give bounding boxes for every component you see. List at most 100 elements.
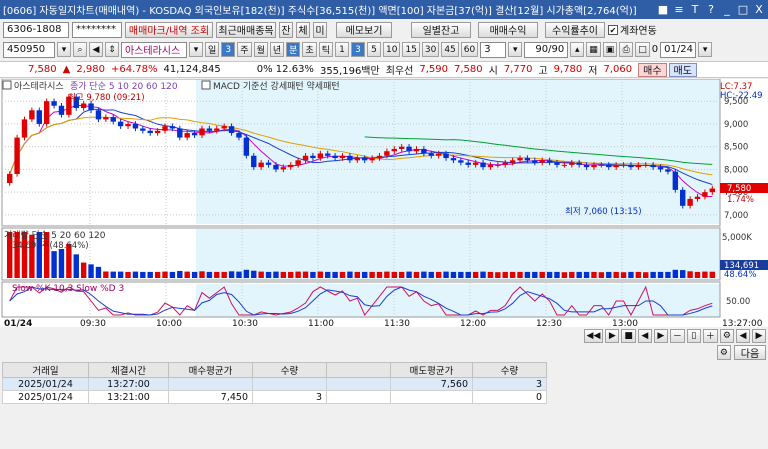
- volume-bar: [509, 271, 516, 278]
- stock-name-field[interactable]: 아스테라시스: [121, 41, 187, 58]
- scroll-right-icon[interactable]: ▶: [752, 328, 766, 343]
- period-count[interactable]: 3: [221, 42, 236, 57]
- candle: [125, 123, 131, 127]
- candle: [339, 155, 346, 159]
- intraday-chart[interactable]: 9,5009,0008,5008,0007,5007,000 09:30 10:0…: [0, 79, 768, 327]
- profit-trend-button[interactable]: 수익률추이: [545, 21, 605, 38]
- cell-buy-qty: 3: [252, 390, 327, 404]
- date-input[interactable]: 01/24: [660, 41, 697, 58]
- zero-checkbox[interactable]: □: [635, 42, 650, 57]
- dropdown-icon[interactable]: ▾: [57, 42, 71, 57]
- window-minimize-icon[interactable]: _: [720, 1, 734, 17]
- account-link-checkbox[interactable]: ✔ 계좌연동: [608, 22, 657, 37]
- checkbox-checked-icon[interactable]: ✔: [608, 24, 618, 35]
- interval-count-input[interactable]: 3: [480, 41, 507, 58]
- play-icon[interactable]: ▶: [605, 328, 620, 343]
- interval-1[interactable]: 1: [334, 42, 349, 57]
- period-month[interactable]: 월: [253, 42, 268, 57]
- interval-45[interactable]: 45: [441, 42, 459, 57]
- volume-bar: [162, 271, 168, 278]
- period-tick[interactable]: 틱: [318, 42, 333, 57]
- gear-icon[interactable]: ⚙: [719, 328, 734, 343]
- candle: [347, 155, 353, 161]
- memo-button[interactable]: 메모보기: [336, 21, 392, 38]
- window-font-icon[interactable]: T: [688, 1, 702, 17]
- interval-60[interactable]: 60: [460, 42, 479, 57]
- candle: [576, 162, 582, 165]
- window-list-icon[interactable]: ≡: [672, 1, 686, 17]
- volume-bar: [177, 271, 183, 278]
- candle: [495, 164, 501, 166]
- interval-30[interactable]: 30: [421, 42, 440, 57]
- trade-mark-button[interactable]: 매매마크/내역 조회: [125, 21, 213, 38]
- search-icon[interactable]: ⌕: [73, 42, 87, 57]
- stop-icon[interactable]: ■: [621, 328, 636, 343]
- candle: [465, 162, 471, 165]
- period-day[interactable]: 일: [205, 42, 220, 57]
- scroll-up-icon[interactable]: ▴: [570, 42, 585, 57]
- password-input[interactable]: ********: [72, 21, 122, 38]
- window-help-icon[interactable]: ?: [704, 1, 718, 17]
- arrow-updown-icon[interactable]: ⇕: [105, 42, 119, 57]
- account-input[interactable]: 6306-1808: [3, 21, 69, 38]
- candle: [561, 164, 568, 166]
- volume-bar: [154, 271, 161, 278]
- candle: [709, 188, 715, 193]
- step-back-icon[interactable]: ◀: [637, 328, 652, 343]
- volume-bar: [480, 271, 486, 278]
- period-year[interactable]: 년: [269, 42, 285, 57]
- grid-icon[interactable]: ▦: [586, 42, 601, 57]
- execution-button[interactable]: 체: [296, 21, 310, 38]
- candle: [598, 164, 605, 166]
- table-row[interactable]: 2025/01/24 13:27:00 7,560 3: [2, 377, 547, 391]
- recent-trades-button[interactable]: 최근매매종목: [216, 21, 276, 38]
- window-close-icon[interactable]: X: [752, 1, 766, 17]
- count-dropdown-icon[interactable]: ▾: [508, 42, 523, 57]
- col-sell-qty: 수량: [472, 362, 547, 378]
- window-menu-icon[interactable]: ■: [656, 1, 670, 17]
- table-row[interactable]: 2025/01/24 13:21:00 7,450 3 0: [2, 390, 547, 404]
- volume-bar: [214, 271, 220, 278]
- interval-5[interactable]: 5: [366, 42, 381, 57]
- zoom-out-icon[interactable]: －: [669, 328, 685, 343]
- volume-bar: [369, 271, 375, 278]
- volume-bar: [524, 271, 531, 278]
- volume-bar: [680, 270, 686, 278]
- step-forward-icon[interactable]: ▶: [653, 328, 668, 343]
- current-price-label: 7,580: [727, 184, 751, 194]
- interval-10[interactable]: 10: [382, 42, 401, 57]
- next-button[interactable]: 다음: [734, 345, 766, 360]
- stock-code-input[interactable]: 450950: [3, 41, 55, 58]
- balance-button[interactable]: 잔: [279, 21, 293, 38]
- calendar-icon[interactable]: ▾: [698, 42, 713, 57]
- candle: [687, 198, 693, 206]
- period-second[interactable]: 초: [302, 42, 317, 57]
- range-input[interactable]: 90/90: [524, 41, 569, 58]
- candle: [117, 121, 124, 127]
- unfilled-button[interactable]: 미: [313, 21, 327, 38]
- interval-15[interactable]: 15: [402, 42, 420, 57]
- print-icon[interactable]: ⎙: [619, 42, 634, 57]
- zoom-in-icon[interactable]: ＋: [702, 328, 718, 343]
- window-maximize-icon[interactable]: □: [736, 1, 750, 17]
- zoom-reset-icon[interactable]: ▯: [686, 328, 701, 343]
- zero-label: 0: [651, 44, 659, 55]
- rewind-icon[interactable]: ◀◀: [583, 328, 604, 343]
- buy-button[interactable]: 매수: [638, 62, 667, 77]
- period-minute[interactable]: 분: [286, 42, 301, 57]
- y-tick-label: 9,000: [724, 120, 748, 130]
- sell-button[interactable]: 매도: [668, 62, 697, 77]
- candle: [317, 153, 324, 159]
- scroll-left-icon[interactable]: ◀: [736, 328, 750, 343]
- interval-3[interactable]: 3: [350, 42, 365, 57]
- settings-gear-icon[interactable]: ⚙: [716, 345, 731, 360]
- speaker-icon[interactable]: ◀: [89, 42, 103, 57]
- daily-balance-button[interactable]: 일별잔고: [411, 21, 471, 38]
- candle: [354, 158, 360, 161]
- volume-bar: [391, 271, 397, 278]
- trade-profit-button[interactable]: 매매수익: [478, 21, 538, 38]
- chevron-down-icon[interactable]: ▾: [189, 42, 203, 57]
- x-tick-label: 10:30: [232, 319, 258, 327]
- period-week[interactable]: 주: [237, 42, 252, 57]
- save-icon[interactable]: ▣: [602, 42, 618, 57]
